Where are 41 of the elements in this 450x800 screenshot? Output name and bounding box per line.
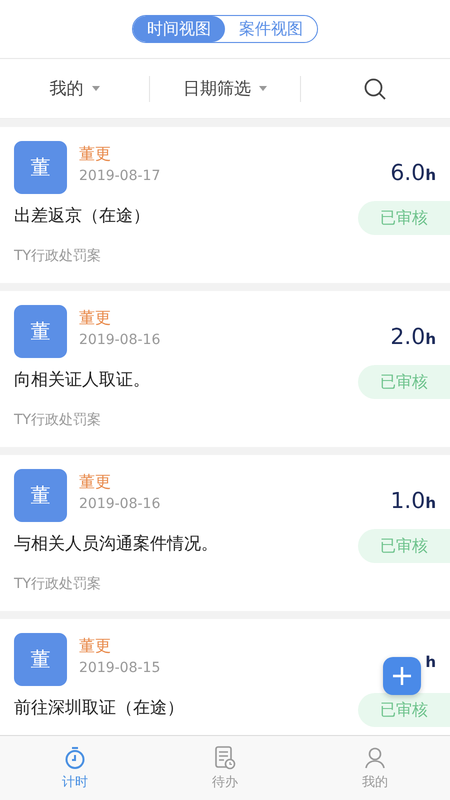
tab-bar-item[interactable]: 计时 xyxy=(0,736,150,800)
author-name: 董更 xyxy=(79,308,111,329)
entry-description: 与相关人员沟通案件情况。 xyxy=(14,533,218,555)
entry-description: 前往深圳取证（在途） xyxy=(14,697,184,719)
plus-icon xyxy=(392,666,412,686)
author-name: 董更 xyxy=(79,144,111,165)
hours-value: h xyxy=(425,653,436,671)
stopwatch-icon xyxy=(64,746,86,770)
entry-description: 向相关证人取证。 xyxy=(14,369,150,391)
avatar: 董 xyxy=(14,141,67,194)
filter-dropdown[interactable]: 日期筛选 xyxy=(178,73,271,104)
caret-icon xyxy=(92,86,100,91)
hours-value: 6.0h xyxy=(390,161,436,186)
case-name: TY行政处罚案 xyxy=(14,411,102,429)
entry-date: 2019-08-16 xyxy=(79,332,160,348)
entry-date: 2019-08-15 xyxy=(79,660,160,676)
entry-date: 2019-08-17 xyxy=(79,168,160,184)
hours-value: 2.0h xyxy=(390,325,436,350)
status-badge: 已审核 xyxy=(358,693,450,727)
author-name: 董更 xyxy=(79,636,111,657)
status-badge: 已审核 xyxy=(358,529,450,563)
view-tab[interactable]: 时间视图 xyxy=(133,16,225,42)
avatar: 董 xyxy=(14,305,67,358)
status-badge: 已审核 xyxy=(358,365,450,399)
search-icon[interactable] xyxy=(363,76,388,100)
avatar: 董 xyxy=(14,633,67,686)
filter-dropdown[interactable]: 我的 xyxy=(46,73,104,104)
person-icon xyxy=(364,746,386,770)
caret-icon xyxy=(258,86,267,91)
hours-value: 1.0h xyxy=(390,489,436,514)
status-badge: 已审核 xyxy=(358,201,450,235)
case-name: TY行政处罚案 xyxy=(14,575,102,593)
entry-description: 出差返京（在途） xyxy=(14,205,150,227)
tab-bar-item[interactable]: 待办 xyxy=(150,736,300,800)
case-name: TY行政处罚案 xyxy=(14,247,102,265)
entry-date: 2019-08-16 xyxy=(79,496,160,512)
document-clock-icon xyxy=(214,746,236,770)
tab-bar-item[interactable]: 我的 xyxy=(300,736,450,800)
avatar: 董 xyxy=(14,469,67,522)
add-button[interactable] xyxy=(383,657,421,695)
author-name: 董更 xyxy=(79,472,111,493)
